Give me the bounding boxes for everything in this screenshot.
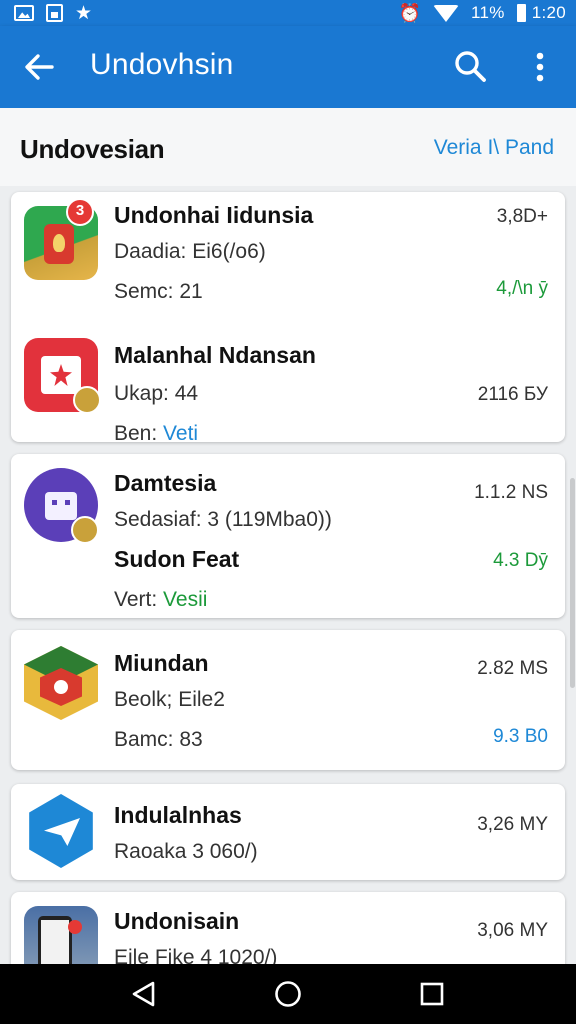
list-item-app-5[interactable]: Indulalnhas Raoaka 3 060/) 3,26 MY: [11, 784, 565, 880]
app-name: Damtesia: [114, 470, 217, 496]
navigation-bar: [0, 964, 576, 1024]
recents-square-icon: [420, 982, 444, 1006]
back-button[interactable]: [22, 50, 56, 84]
app-name: Undonhai Iidunsia: [114, 202, 314, 228]
app-name: Miundan: [114, 650, 209, 676]
nav-recents-button[interactable]: [416, 978, 448, 1010]
status-right: ⏰ 11% 1:20: [399, 3, 566, 24]
app-detail: Daadia: Ei6(/o6): [114, 240, 266, 263]
scrollbar[interactable]: [570, 478, 575, 688]
image-icon: [14, 5, 34, 21]
app-bar: Undovhsin: [0, 26, 576, 108]
wifi-icon: [433, 4, 460, 22]
home-circle-icon: [275, 981, 301, 1007]
arrow-back-icon: [25, 54, 54, 80]
app-size: 2.82 MS: [477, 658, 548, 679]
app-title: Undovhsin: [90, 48, 234, 81]
app-detail: Sedasiaf: 3 (119Mba0)): [114, 508, 332, 531]
nav-home-button[interactable]: [272, 978, 304, 1010]
app-update-size: 4.3 Dӯ: [493, 550, 548, 571]
app-detail: Raoaka 3 060/): [114, 840, 258, 863]
app-size: 2116 БУ: [477, 384, 548, 405]
app-size: 1.1.2 NS: [474, 482, 548, 503]
app-detail: Ukap: 44: [114, 382, 199, 405]
app-icon: [24, 906, 98, 964]
battery-text: 11%: [471, 3, 505, 22]
status-left: ★: [14, 4, 92, 23]
app-card: Miundan Beolk; Eile2 Bamc: 83 2.82 MS 9.…: [11, 630, 565, 770]
app-detail: Eile Fike 4 1020/): [114, 946, 278, 964]
app-name: Undonisain: [114, 908, 240, 934]
app-detail-label: Vert:: [114, 588, 158, 611]
list-item-app-1[interactable]: 3 Undonhai Iidunsia Daadia: Ei6(/o6) Sem…: [11, 192, 565, 318]
notification-badge: 3: [66, 198, 94, 226]
section-link[interactable]: Veria I\ Pand: [434, 136, 554, 160]
app-name: Indulalnhas: [114, 802, 242, 828]
app-detail-secondary: Ben: Veti: [114, 422, 198, 446]
app-icon: [24, 646, 98, 720]
more-vert-icon: [536, 52, 544, 82]
list-item-app-3[interactable]: Damtesia Sedasiaf: 3 (119Mba0)) Sudon Fe…: [11, 454, 565, 618]
list-item-app-6[interactable]: Undonisain Eile Fike 4 1020/) 3,06 MY: [11, 892, 565, 964]
app-badge: [73, 386, 101, 414]
app-size: 3,06 MY: [477, 920, 548, 941]
app-icon: [24, 794, 98, 868]
document-icon: [46, 4, 63, 22]
app-detail-secondary: Bamc: 83: [114, 728, 203, 751]
star-icon: ★: [75, 2, 93, 24]
battery-icon: [516, 4, 526, 22]
back-triangle-icon: [132, 981, 155, 1007]
search-icon: [455, 51, 486, 82]
app-detail-link[interactable]: Vesii: [163, 588, 207, 611]
app-card: Undonisain Eile Fike 4 1020/) 3,06 MY: [11, 892, 565, 964]
list-item-app-4[interactable]: Miundan Beolk; Eile2 Bamc: 83 2.82 MS 9.…: [11, 630, 565, 770]
content-list[interactable]: Undovesian Veria I\ Pand 3 Undonhai Iidu…: [0, 108, 576, 964]
status-bar: ★ ⏰ 11% 1:20: [0, 0, 576, 26]
clock: 1:20: [531, 3, 566, 22]
app-name: Malanhal Ndansan: [114, 342, 316, 368]
section-header: Undovesian Veria I\ Pand: [0, 108, 576, 186]
app-detail-highlight: Sudon Feat: [114, 546, 240, 572]
app-detail: Beolk; Eile2: [114, 688, 225, 711]
app-card: 3 Undonhai Iidunsia Daadia: Ei6(/o6) Sem…: [11, 192, 565, 445]
list-item-app-2[interactable]: Malanhal Ndansan Ukap: 44 Ben: Veti 2116…: [11, 318, 565, 445]
app-update-size: 9.3 B0: [493, 726, 548, 747]
section-title: Undovesian: [20, 134, 165, 164]
app-detail-secondary: Vert: Vesii: [114, 588, 207, 612]
app-badge: [71, 516, 99, 544]
app-size: 3,8D+: [496, 206, 548, 227]
nav-back-button[interactable]: [128, 978, 160, 1010]
app-detail-link[interactable]: Veti: [163, 422, 198, 445]
app-detail-secondary: Semc: 21: [114, 280, 203, 303]
app-update-size: 4,/\n ӯ: [496, 278, 548, 299]
search-button[interactable]: [452, 48, 488, 84]
app-card: Indulalnhas Raoaka 3 060/) 3,26 MY: [11, 784, 565, 880]
app-size: 3,26 MY: [477, 814, 548, 835]
alarm-icon: ⏰: [398, 2, 422, 23]
app-detail-label: Ben:: [114, 422, 158, 445]
more-options-button[interactable]: [528, 50, 552, 84]
app-card: Damtesia Sedasiaf: 3 (119Mba0)) Sudon Fe…: [11, 454, 565, 618]
